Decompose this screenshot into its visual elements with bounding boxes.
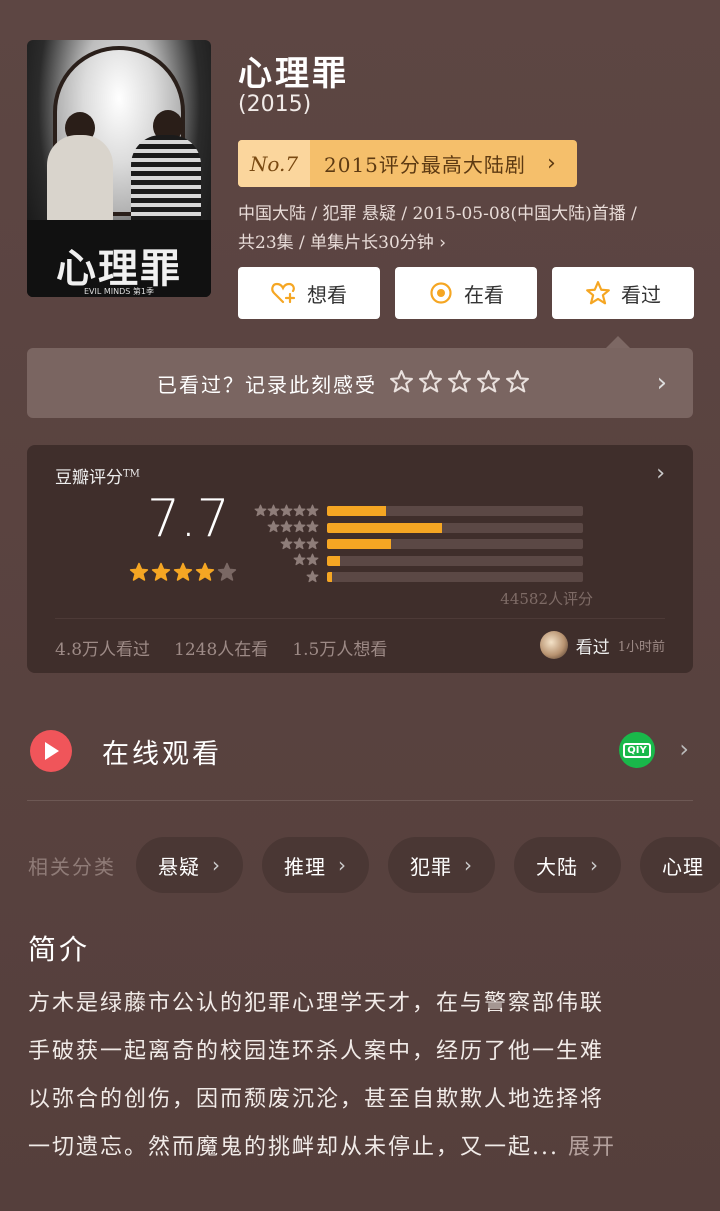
rating-bar-row	[257, 553, 583, 570]
chevron-right-icon: ›	[590, 853, 599, 877]
online-watch-row[interactable]: 在线观看 QIY ›	[27, 718, 693, 784]
summary-line: 手破获一起离奇的校园连环杀人案中，经历了他一生难	[28, 1039, 605, 1064]
watched-label: 看过	[621, 282, 661, 307]
watched-count: 4.8万人看过	[55, 640, 151, 660]
rating-stats: 4.8万人看过 1248人在看 1.5万人想看	[55, 635, 387, 660]
bar-fill	[327, 572, 333, 583]
categories-label: 相关分类	[28, 854, 116, 879]
movie-year: (2015)	[238, 92, 312, 117]
divider	[55, 618, 665, 619]
chevron-right-icon: ›	[338, 853, 347, 877]
poster-figure-2	[131, 135, 201, 227]
star-outline-icon[interactable]	[476, 369, 501, 398]
want-count: 1.5万人想看	[292, 640, 388, 660]
star-filled-icon	[195, 562, 215, 586]
friend-activity[interactable]: 看过 1小时前	[539, 631, 665, 659]
online-watch-label: 在线观看	[102, 738, 222, 770]
bar-fill	[327, 555, 340, 566]
bar-fill	[327, 539, 391, 550]
summary-line: 以弥合的创伤，因而颓废沉沦，甚至自欺欺人地选择将	[28, 1087, 605, 1112]
rating-bar-row	[257, 520, 583, 537]
movie-meta[interactable]: 中国大陆 / 犯罪 悬疑 / 2015-05-08(中国大陆)首播 / 共23集…	[238, 200, 688, 258]
watching-count: 1248人在看	[174, 640, 269, 660]
chevron-right-icon: ›	[547, 151, 556, 176]
star-small-icon	[306, 568, 319, 587]
rating-distribution	[254, 503, 583, 586]
rating-score: 7.7	[147, 489, 230, 549]
rating-bar-row	[257, 536, 583, 553]
movie-title: 心理罪	[238, 54, 349, 94]
watching-button[interactable]: 在看	[395, 267, 537, 319]
movie-detail-page: 心理罪 EVIL MINDS 第1季 心理罪 (2015) No.7 2015评…	[0, 0, 720, 1211]
star-filled-icon	[151, 562, 171, 586]
chevron-right-icon: ›	[464, 853, 473, 877]
rank-banner[interactable]: No.7 2015评分最高大陆剧 ›	[238, 140, 577, 187]
chevron-right-icon: ›	[439, 233, 447, 253]
star-outline-icon[interactable]	[447, 369, 472, 398]
action-buttons: 想看 在看 看过	[238, 267, 694, 319]
bar-fill	[327, 506, 386, 517]
category-chip[interactable]: 犯罪 ›	[388, 837, 495, 893]
rate-prompt-bar[interactable]: 已看过？记录此刻感受 ›	[27, 348, 693, 418]
category-chip[interactable]: 心理	[640, 837, 720, 893]
poster-figure-1	[47, 135, 113, 225]
chevron-right-icon: ›	[679, 735, 689, 763]
rating-bar-row	[257, 569, 583, 586]
rating-card[interactable]: 豆瓣评分TM › 7.7 44582人评分 4.8万人看过 1248人在看 1.…	[27, 445, 693, 673]
heart-plus-icon	[271, 280, 297, 306]
meta-line-1: 中国大陆 / 犯罪 悬疑 / 2015-05-08(中国大陆)首播 /	[238, 204, 637, 224]
related-categories: 相关分类 悬疑 › 推理 › 犯罪 › 大陆 › 心理	[28, 837, 720, 893]
bar-track	[327, 539, 583, 550]
chevron-right-icon: ›	[656, 368, 667, 398]
star-outline-icon	[585, 280, 611, 306]
meta-line-2: 共23集 / 单集片长30分钟 ›	[238, 233, 447, 253]
popover-pointer	[606, 336, 630, 348]
summary-heading: 简介	[28, 933, 91, 966]
bar-track	[327, 555, 583, 566]
category-chip[interactable]: 悬疑 ›	[136, 837, 243, 893]
star-outline-icon[interactable]	[505, 369, 530, 398]
summary-line: 方木是绿藤市公认的犯罪心理学天才，在与警察部伟联	[28, 991, 605, 1016]
want-to-watch-label: 想看	[307, 282, 347, 307]
expand-link[interactable]: 展开	[568, 1135, 616, 1160]
star-empty-icon	[217, 562, 237, 586]
rating-stars	[129, 562, 237, 586]
rank-text: 2015评分最高大陆剧	[324, 153, 526, 177]
star-filled-icon	[173, 562, 193, 586]
rate-stars[interactable]	[389, 369, 530, 398]
watching-label: 在看	[464, 282, 504, 307]
star-outline-icon[interactable]	[418, 369, 443, 398]
rating-bar-row	[254, 503, 583, 520]
category-chip[interactable]: 推理 ›	[262, 837, 369, 893]
watched-button[interactable]: 看过	[552, 267, 694, 319]
summary-body: 方木是绿藤市公认的犯罪心理学天才，在与警察部伟联 手破获一起离奇的校园连环杀人案…	[28, 980, 692, 1172]
avatar	[539, 631, 568, 659]
category-chip[interactable]: 大陆 ›	[514, 837, 621, 893]
rate-prompt-text: 已看过？记录此刻感受	[157, 372, 377, 397]
rank-number: No.7	[238, 140, 310, 187]
star-outline-icon[interactable]	[389, 369, 414, 398]
friend-time: 1小时前	[617, 639, 665, 655]
poster-image[interactable]: 心理罪 EVIL MINDS 第1季	[27, 40, 211, 297]
chevron-right-icon: ›	[656, 461, 665, 486]
bar-stars	[257, 568, 327, 587]
summary-line: 一切遗忘。然而魔鬼的挑衅却从未停止，又一起... 展开	[28, 1135, 616, 1160]
divider	[27, 800, 693, 801]
bar-fill	[327, 522, 443, 533]
target-circle-icon	[428, 280, 454, 306]
star-filled-icon	[129, 562, 149, 586]
play-icon	[30, 730, 72, 772]
rating-label: 豆瓣评分TM	[55, 468, 140, 488]
bar-track	[327, 572, 583, 583]
bar-track	[327, 522, 583, 533]
friend-action: 看过	[575, 637, 610, 658]
want-to-watch-button[interactable]: 想看	[238, 267, 380, 319]
iqiyi-icon: QIY	[619, 732, 655, 768]
bar-track	[327, 506, 583, 517]
chevron-right-icon: ›	[212, 853, 221, 877]
poster-subtitle: EVIL MINDS 第1季	[83, 287, 154, 296]
rating-count: 44582人评分	[500, 590, 593, 608]
